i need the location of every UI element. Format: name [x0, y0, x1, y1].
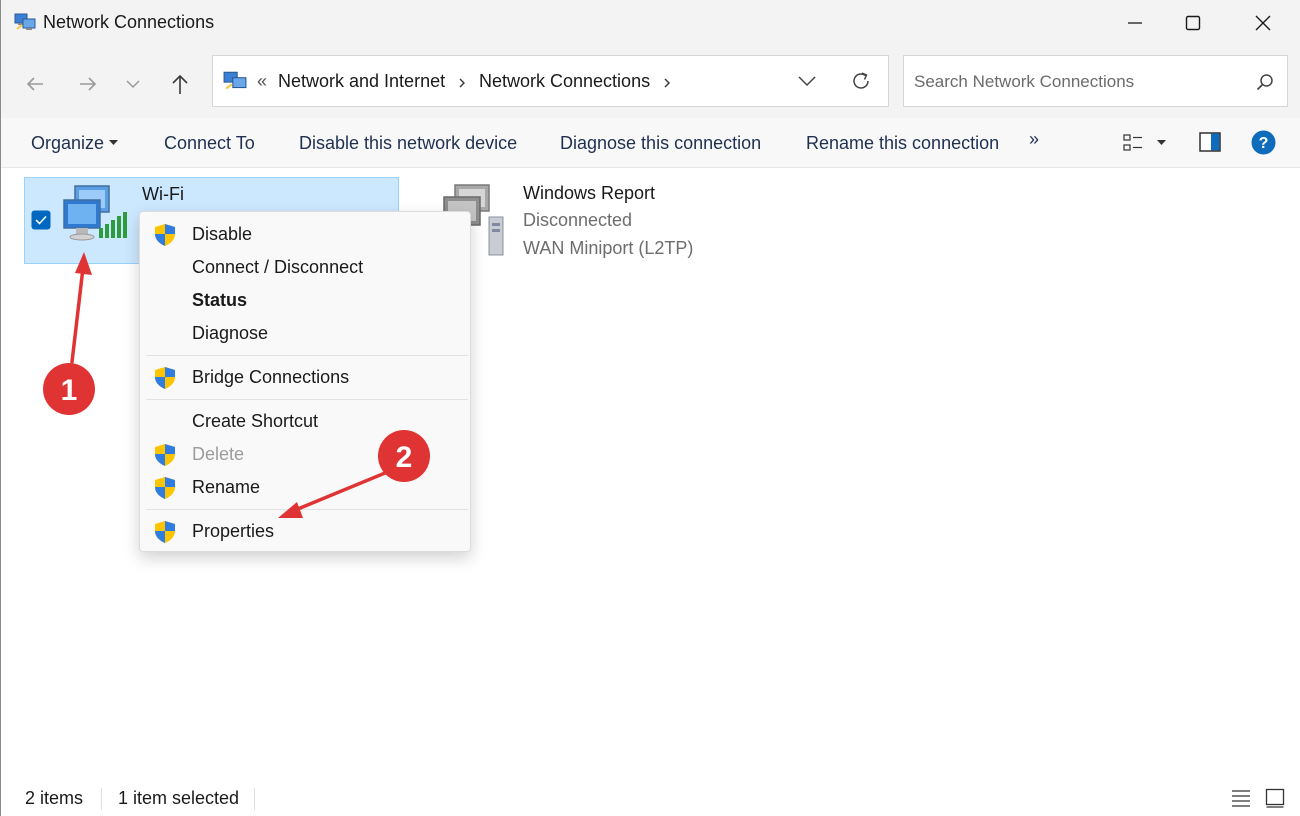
status-bar: 2 items 1 item selected: [1, 782, 1300, 816]
menu-separator: [146, 399, 468, 400]
network-connections-location-icon: [223, 71, 247, 90]
menu-separator: [146, 509, 468, 510]
menu-item-label: Delete: [192, 444, 245, 464]
selected-count: 1 item selected: [118, 788, 240, 808]
preview-pane-icon[interactable]: [1199, 132, 1221, 152]
address-bar[interactable]: « Network and Internet Network Connectio…: [212, 55, 889, 107]
recent-locations-button[interactable]: [115, 66, 151, 102]
item-name: Windows Report: [523, 183, 656, 203]
menu-item-label: Diagnose: [192, 323, 269, 343]
up-button[interactable]: [162, 66, 198, 102]
menu-item-status[interactable]: Status: [140, 286, 470, 316]
menu-item-properties[interactable]: Properties: [140, 517, 470, 547]
breadcrumb-overflow[interactable]: «: [257, 71, 267, 92]
organize-label: Organize: [31, 133, 105, 153]
menu-item-label: Disable: [192, 224, 253, 244]
search-placeholder: Search Network Connections: [914, 72, 1135, 91]
network-connections-app-icon: [14, 13, 36, 30]
title-bar: Network Connections: [1, 0, 1300, 46]
menu-item-connect-disconnect[interactable]: Connect / Disconnect: [140, 253, 470, 283]
maximize-button[interactable]: [1163, 0, 1223, 46]
menu-item-label: Connect / Disconnect: [192, 257, 364, 277]
item-name: Wi-Fi: [142, 184, 184, 204]
breadcrumb-network-and-internet[interactable]: Network and Internet: [278, 71, 445, 92]
command-bar: Organize Connect To Disable this network…: [1, 118, 1300, 168]
refresh-icon[interactable]: [850, 70, 872, 92]
menu-item-disable[interactable]: Disable: [140, 220, 470, 250]
navigation-bar: « Network and Internet Network Connectio…: [1, 46, 1300, 118]
menu-item-label: Properties: [192, 521, 275, 541]
uac-shield-icon: [155, 521, 175, 543]
view-options-caret-icon[interactable]: [1157, 140, 1166, 146]
menu-item-rename[interactable]: Rename: [140, 473, 470, 503]
explorer-window: Network Connections « Network and Intern…: [0, 0, 1300, 816]
organize-menu[interactable]: Organize: [31, 133, 104, 154]
minimize-icon: [1128, 22, 1142, 24]
uac-shield-icon: [155, 367, 175, 389]
window-title: Network Connections: [43, 12, 215, 32]
close-button[interactable]: [1233, 0, 1293, 46]
svg-text:?: ?: [1259, 135, 1269, 152]
rename-connection-button[interactable]: Rename this connection: [806, 133, 999, 154]
context-menu: Disable Connect / Disconnect Status Diag…: [139, 211, 471, 552]
arrow-left-icon: [26, 77, 43, 91]
menu-item-label: Bridge Connections: [192, 367, 350, 387]
breadcrumb-separator-icon[interactable]: [662, 77, 672, 89]
wifi-adapter-icon: [63, 185, 127, 241]
maximize-icon: [1185, 15, 1201, 31]
menu-item-label: Rename: [192, 477, 261, 497]
search-box[interactable]: Search Network Connections: [903, 55, 1288, 107]
breadcrumb-separator-icon[interactable]: [457, 77, 467, 89]
menu-item-bridge-connections[interactable]: Bridge Connections: [140, 363, 470, 393]
details-view-icon[interactable]: [1231, 789, 1251, 807]
status-divider: [254, 788, 255, 810]
help-icon[interactable]: ?: [1251, 130, 1276, 155]
arrow-right-icon: [80, 77, 97, 91]
status-divider: [101, 788, 102, 810]
close-icon: [1255, 15, 1271, 31]
menu-separator: [146, 355, 468, 356]
disable-device-button[interactable]: Disable this network device: [299, 133, 517, 154]
minimize-button[interactable]: [1105, 0, 1165, 46]
large-icons-view-icon[interactable]: [1265, 788, 1285, 808]
item-status: Disconnected: [523, 210, 633, 230]
address-history-chevron-icon[interactable]: [797, 74, 817, 88]
item-count: 2 items: [25, 788, 84, 808]
menu-item-label: Create Shortcut: [192, 411, 319, 431]
arrow-up-icon: [172, 74, 188, 94]
menu-item-diagnose[interactable]: Diagnose: [140, 319, 470, 349]
chevron-down-icon: [126, 80, 140, 89]
connection-item-windows-report[interactable]: Windows Report Disconnected WAN Miniport…: [439, 177, 739, 264]
uac-shield-icon: [155, 224, 175, 246]
forward-button[interactable]: [70, 66, 106, 102]
item-device: WAN Miniport (L2TP): [523, 238, 694, 258]
connect-to-button[interactable]: Connect To: [164, 133, 255, 154]
change-view-icon[interactable]: [1123, 133, 1143, 153]
uac-shield-icon: [155, 444, 175, 466]
menu-item-create-shortcut[interactable]: Create Shortcut: [140, 407, 470, 437]
uac-shield-icon: [155, 477, 175, 499]
diagnose-connection-button[interactable]: Diagnose this connection: [560, 133, 761, 154]
back-button[interactable]: [17, 66, 53, 102]
more-commands-button[interactable]: »: [1029, 129, 1039, 150]
menu-item-label: Status: [192, 290, 248, 310]
search-icon[interactable]: [1256, 73, 1274, 91]
breadcrumb-network-connections[interactable]: Network Connections: [479, 71, 650, 92]
selection-checkbox-icon[interactable]: [31, 210, 51, 230]
menu-item-delete[interactable]: Delete: [140, 440, 470, 470]
caret-down-icon[interactable]: [109, 140, 118, 146]
